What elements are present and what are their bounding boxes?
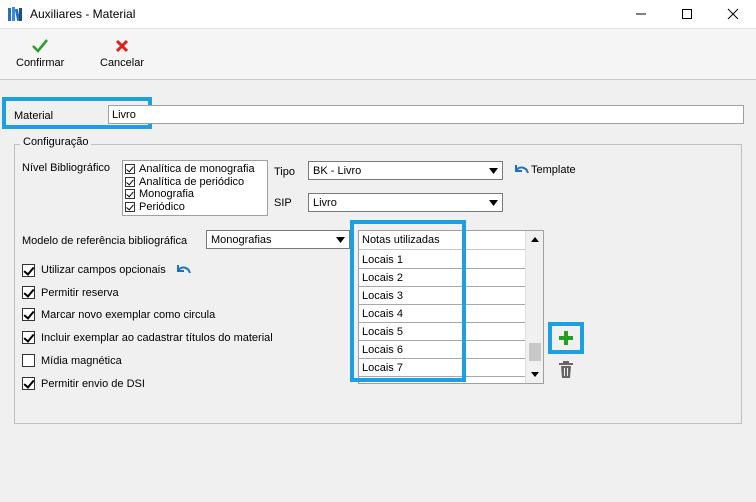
list-item-label: Periódico bbox=[139, 200, 185, 213]
list-item[interactable]: Monografia bbox=[125, 188, 265, 201]
undo-arrow-icon bbox=[515, 165, 529, 174]
scrollbar-thumb[interactable] bbox=[529, 343, 541, 361]
close-button[interactable] bbox=[710, 0, 756, 28]
cancel-button[interactable]: Cancelar bbox=[100, 38, 144, 69]
books-icon bbox=[8, 7, 24, 22]
utilizar-campos-opcionais-checkbox[interactable]: Utilizar campos opcionais bbox=[22, 263, 192, 277]
undo-arrow-icon[interactable] bbox=[176, 263, 192, 277]
maximize-icon bbox=[682, 9, 692, 19]
checkbox[interactable] bbox=[22, 331, 35, 344]
notes-highlight-box bbox=[350, 220, 466, 382]
checkbox[interactable] bbox=[125, 164, 135, 175]
tipo-select[interactable]: BK - Livro bbox=[308, 161, 503, 180]
checkbox[interactable] bbox=[22, 354, 35, 367]
scrollbar[interactable] bbox=[525, 231, 543, 383]
midia-magnetica-checkbox[interactable]: Mídia magnética bbox=[22, 354, 122, 367]
checkbox-label: Mídia magnética bbox=[41, 354, 122, 367]
checkbox[interactable] bbox=[22, 377, 35, 390]
window-title: Auxiliares - Material bbox=[30, 7, 136, 21]
checkbox-label: Utilizar campos opcionais bbox=[41, 264, 166, 276]
checkbox-label: Incluir exemplar ao cadastrar títulos do… bbox=[41, 331, 273, 344]
modelo-referencia-label: Modelo de referência bibliográfica bbox=[22, 235, 188, 247]
sip-select[interactable]: Livro bbox=[308, 193, 503, 212]
confirm-button[interactable]: Confirmar bbox=[16, 38, 64, 69]
chevron-down-icon bbox=[332, 231, 349, 248]
list-item[interactable]: Analítica de monografia bbox=[125, 163, 265, 176]
checkmark-icon bbox=[32, 39, 49, 53]
material-input[interactable] bbox=[108, 105, 744, 124]
checkbox[interactable] bbox=[22, 263, 35, 277]
list-item-label: Monografia bbox=[139, 188, 195, 201]
permitir-reserva-checkbox[interactable]: Permitir reserva bbox=[22, 286, 119, 299]
nivel-bibliografico-label: Nível Bibliográfico bbox=[22, 162, 111, 174]
add-note-button[interactable] bbox=[548, 322, 584, 354]
x-icon bbox=[115, 39, 129, 53]
incluir-exemplar-checkbox[interactable]: Incluir exemplar ao cadastrar títulos do… bbox=[22, 331, 273, 344]
nivel-bibliografico-list[interactable]: Analítica de monografia Analítica de per… bbox=[122, 160, 268, 216]
trash-icon bbox=[559, 361, 573, 378]
modelo-referencia-value: Monografias bbox=[211, 233, 272, 246]
material-label: Material bbox=[14, 110, 54, 122]
tipo-value: BK - Livro bbox=[313, 164, 362, 177]
list-item[interactable]: Analítica de periódico bbox=[125, 176, 265, 189]
modelo-referencia-select[interactable]: Monografias bbox=[206, 230, 350, 249]
list-item-label: Analítica de periódico bbox=[139, 175, 245, 188]
marcar-novo-exemplar-checkbox[interactable]: Marcar novo exemplar como circula bbox=[22, 308, 215, 321]
checkbox[interactable] bbox=[22, 286, 35, 299]
template-label: Template bbox=[531, 164, 576, 176]
confirm-label: Confirmar bbox=[16, 57, 65, 69]
minimize-button[interactable] bbox=[618, 0, 664, 28]
close-icon bbox=[727, 8, 739, 20]
chevron-down-icon bbox=[485, 194, 502, 211]
checkbox[interactable] bbox=[125, 189, 135, 200]
scroll-up-arrow-icon[interactable] bbox=[526, 231, 544, 249]
checkbox[interactable] bbox=[22, 308, 35, 321]
checkbox-label: Permitir reserva bbox=[41, 286, 119, 299]
checkbox-label: Marcar novo exemplar como circula bbox=[41, 308, 216, 321]
plus-icon bbox=[559, 331, 573, 345]
list-item-label: Analítica de monografia bbox=[139, 163, 255, 176]
delete-note-button[interactable] bbox=[558, 361, 574, 381]
checkbox-label: Permitir envio de DSI bbox=[41, 377, 145, 390]
checkbox[interactable] bbox=[125, 201, 135, 212]
template-button[interactable]: Template bbox=[514, 163, 576, 177]
sip-label: SIP bbox=[274, 197, 292, 209]
chevron-down-icon bbox=[485, 162, 502, 179]
minimize-icon bbox=[636, 13, 646, 15]
tipo-label: Tipo bbox=[274, 166, 295, 178]
cancel-label: Cancelar bbox=[100, 57, 145, 69]
list-item[interactable]: Periódico bbox=[125, 201, 265, 214]
sip-value: Livro bbox=[313, 196, 337, 209]
maximize-button[interactable] bbox=[664, 0, 710, 28]
permitir-envio-dsi-checkbox[interactable]: Permitir envio de DSI bbox=[22, 377, 145, 390]
scroll-down-arrow-icon[interactable] bbox=[526, 365, 544, 383]
configuration-legend: Configuração bbox=[20, 136, 92, 148]
checkbox[interactable] bbox=[125, 176, 135, 187]
